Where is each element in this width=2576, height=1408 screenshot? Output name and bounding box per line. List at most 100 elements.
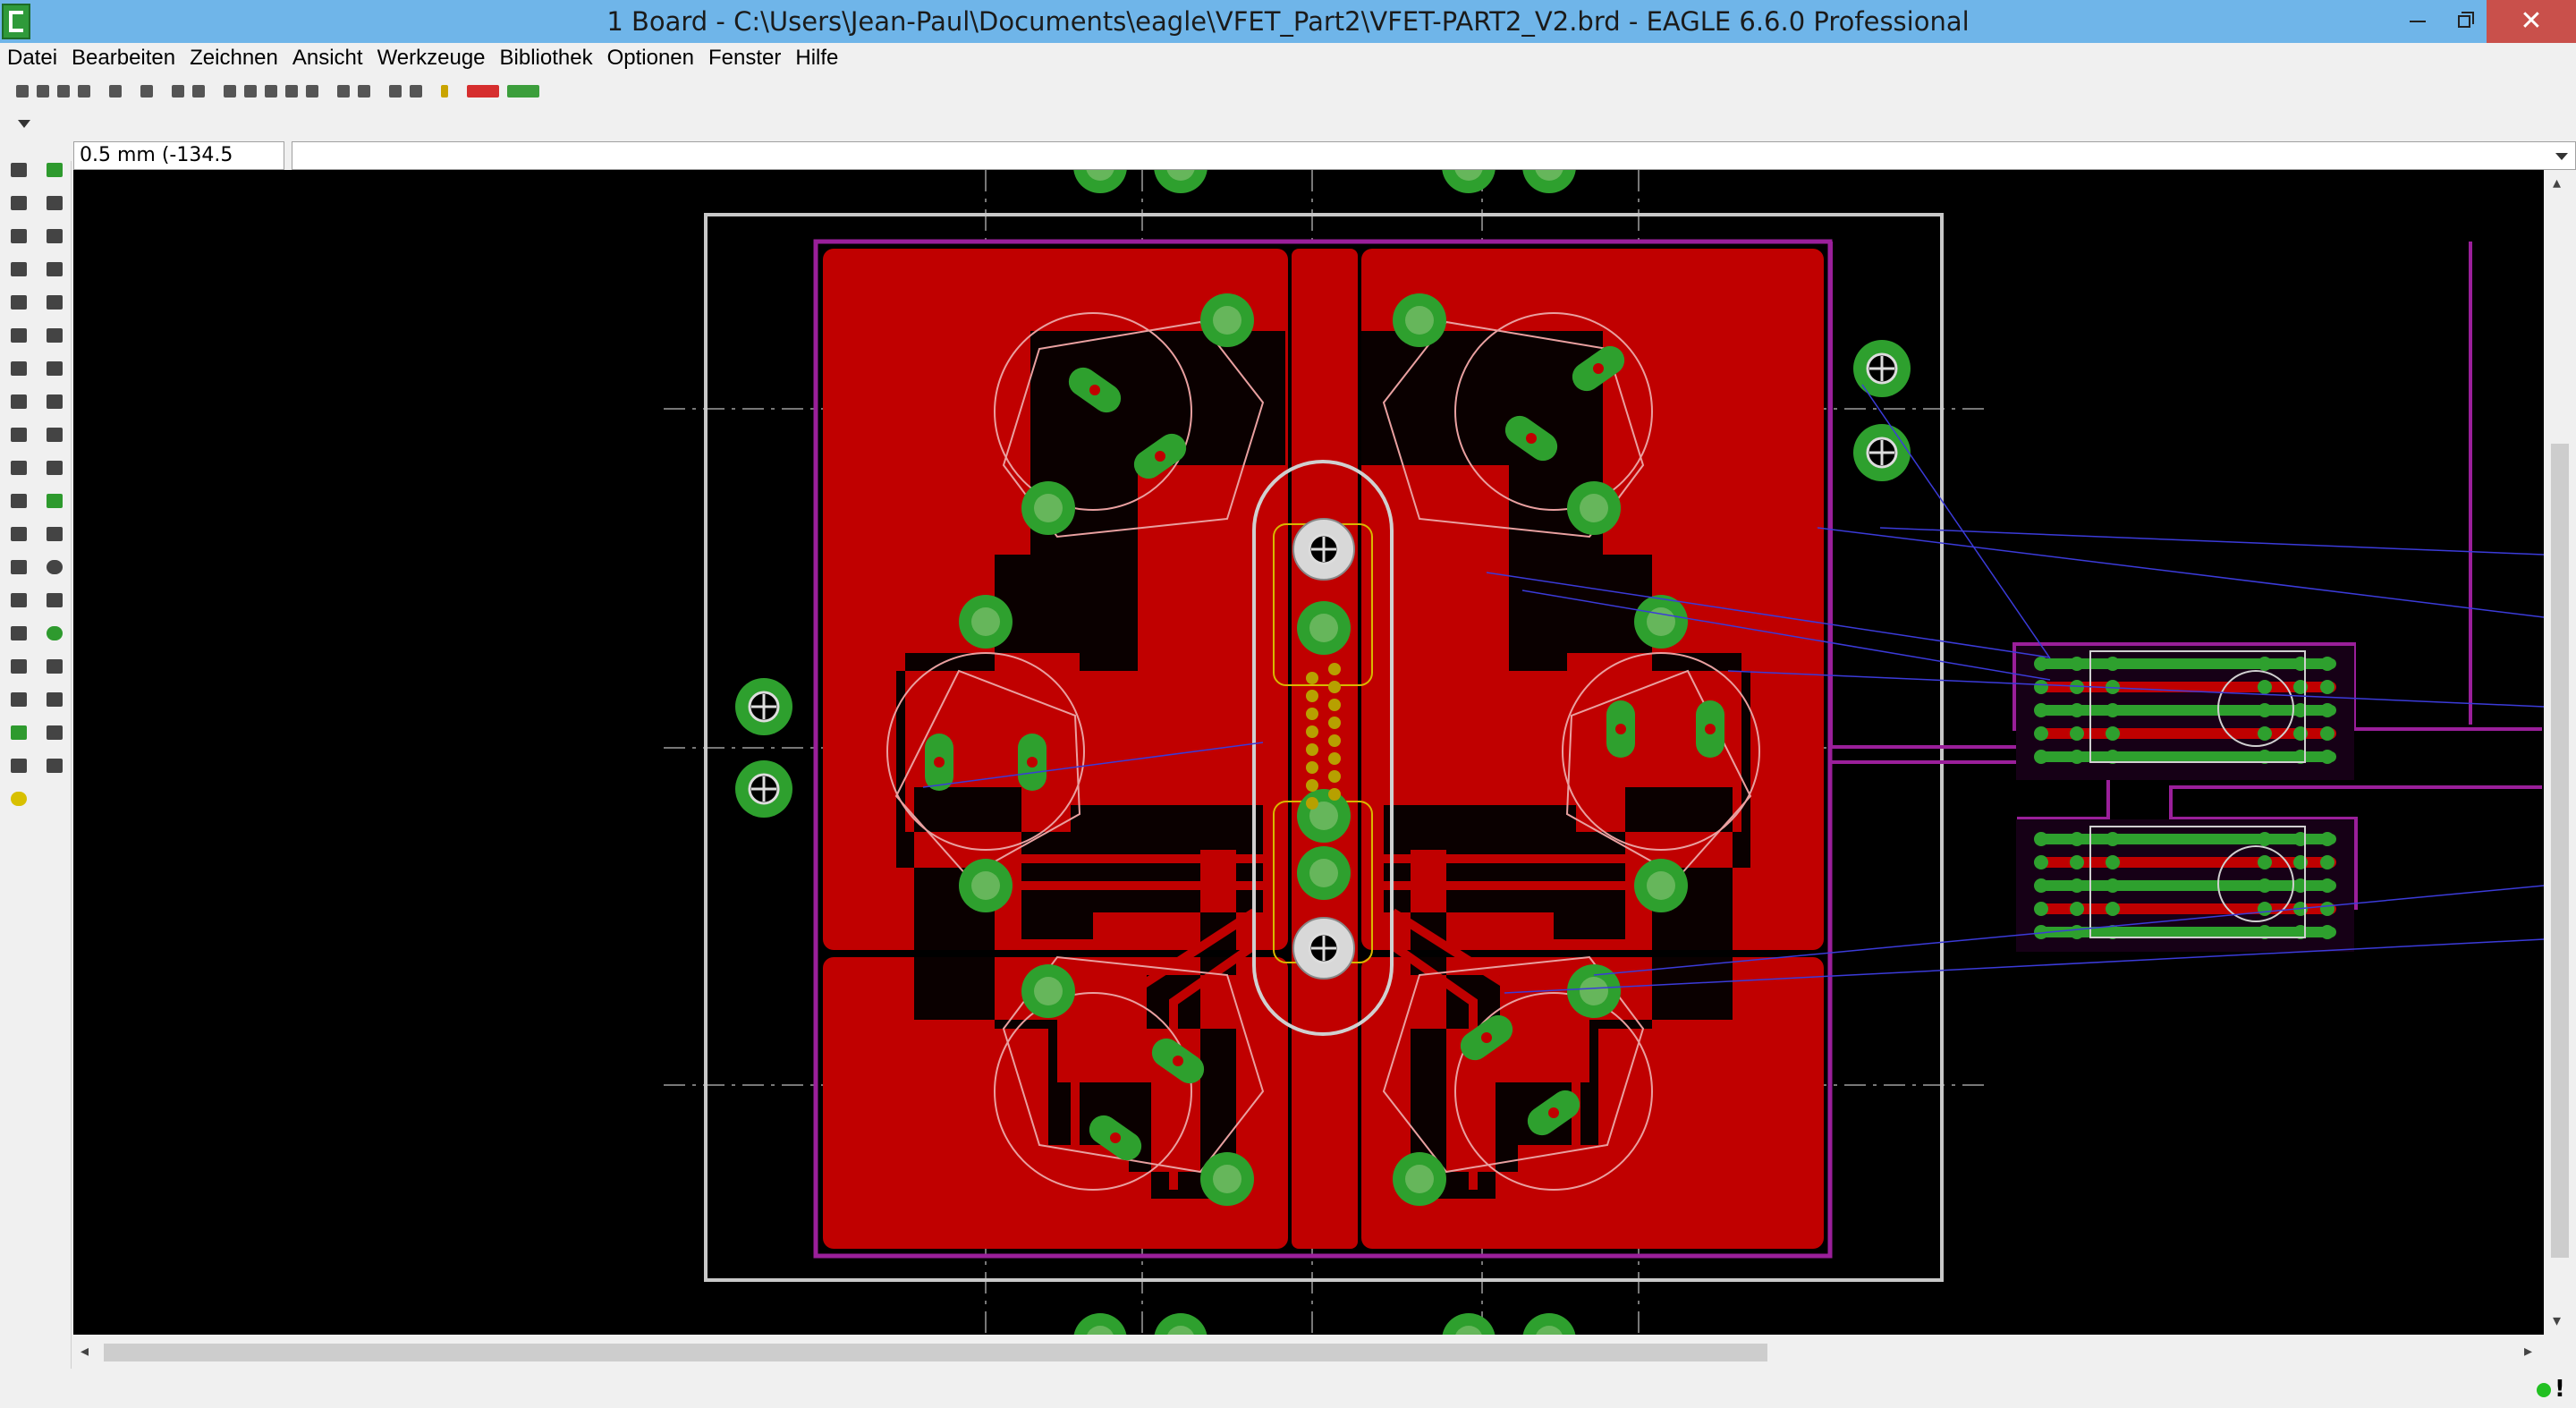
tool-rect-icon[interactable] [47,593,63,607]
smd-pad-via [1593,363,1604,374]
smd-pad-via [1526,433,1537,444]
tool-arc-icon[interactable] [11,593,27,607]
pad-drill [1309,859,1338,887]
tool-mark-icon[interactable] [47,196,63,210]
module-pad [2106,878,2120,893]
zoom-redraw-icon[interactable] [285,85,298,98]
vertical-scroll-thumb[interactable] [2551,444,2569,1258]
tool-dimension-icon[interactable] [47,692,63,707]
chevron-down-icon[interactable] [18,120,30,128]
module-pad [2320,855,2334,869]
close-button[interactable]: ✕ [2487,0,2576,43]
tool-info-icon[interactable] [11,163,27,177]
menu-hilfe[interactable]: Hilfe [795,46,838,71]
tool-rotate-icon[interactable] [47,262,63,276]
tool-show-icon[interactable] [47,163,63,177]
tool-text-icon[interactable] [11,560,27,574]
tool-mirror-icon[interactable] [11,262,27,276]
tool-circle-icon[interactable] [47,560,63,574]
command-history-chevron-icon[interactable] [2555,153,2568,160]
layer-settings-icon[interactable] [192,85,205,98]
cam-icon[interactable] [78,85,90,98]
scroll-up-icon[interactable]: ▴ [2553,174,2561,192]
tool-ratsnest-icon[interactable] [11,725,27,740]
tool-smash-icon[interactable] [47,428,63,442]
tool-drc-icon[interactable] [11,759,27,773]
command-line-input[interactable] [292,141,2576,170]
menu-zeichnen[interactable]: Zeichnen [190,46,278,71]
scroll-right-icon[interactable]: ▸ [2524,1342,2532,1361]
status-warning-icon[interactable]: ! [2555,1376,2565,1403]
horizontal-scroll-thumb[interactable] [104,1344,1767,1361]
scroll-left-icon[interactable]: ◂ [80,1342,89,1361]
tool-miter-icon[interactable] [11,461,27,475]
copper-pour [823,249,1824,1249]
module-pad [2106,726,2120,741]
vertical-scrollbar[interactable]: ▴ ▾ [2544,170,2576,1335]
tool-optimize-icon[interactable] [11,494,27,508]
tool-name-icon[interactable] [47,394,63,409]
script-icon[interactable] [109,85,122,98]
tool-warning-icon[interactable] [11,792,27,806]
module-pad [2070,855,2084,869]
tool-errors-icon[interactable] [47,759,63,773]
tool-auto-icon[interactable] [47,725,63,740]
restore-icon [2458,15,2470,28]
tool-wire-icon[interactable] [47,527,63,541]
tool-ripup-icon[interactable] [11,527,27,541]
tool-copy-icon[interactable] [47,229,63,243]
module-pad [2034,832,2048,846]
open-icon[interactable] [16,85,29,98]
menu-optionen[interactable]: Optionen [607,46,694,71]
redo-icon[interactable] [358,85,370,98]
menu-werkzeuge[interactable]: Werkzeuge [377,46,486,71]
tool-attribute-icon[interactable] [11,692,27,707]
main-toolbar [0,75,2576,107]
design-link-icon[interactable] [467,85,499,98]
menu-fenster[interactable]: Fenster [708,46,781,71]
tool-palette [0,161,72,1369]
tool-move-icon[interactable] [11,229,27,243]
tool-polygon-icon[interactable] [11,626,27,640]
tool-delete-icon[interactable] [47,328,63,343]
menu-bibliothek[interactable]: Bibliothek [500,46,593,71]
zoom-out-icon[interactable] [265,85,277,98]
layer-icon[interactable] [172,85,184,98]
tool-change-icon[interactable] [47,295,63,310]
menu-bearbeiten[interactable]: Bearbeiten [72,46,175,71]
tool-value-icon[interactable] [11,428,27,442]
menu-datei[interactable]: Datei [7,46,57,71]
tool-route-icon[interactable] [47,494,63,508]
tool-group-icon[interactable] [11,295,27,310]
pad-drill [1580,977,1608,1005]
tool-display-icon[interactable] [11,196,27,210]
tool-add-icon[interactable] [11,361,27,376]
tool-split-icon[interactable] [47,461,63,475]
save-icon[interactable] [37,85,49,98]
tool-hole-icon[interactable] [47,659,63,674]
module-pad [2070,703,2084,717]
connector-pin [1306,779,1318,792]
board-canvas[interactable] [73,170,2544,1335]
ulp-icon[interactable] [507,85,539,98]
zoom-in-icon[interactable] [244,85,257,98]
run-icon[interactable] [140,85,153,98]
tool-paste-icon[interactable] [11,328,27,343]
tool-lock-icon[interactable] [11,394,27,409]
zoom-area-icon[interactable] [306,85,318,98]
tool-replace-icon[interactable] [47,361,63,376]
go-icon[interactable] [410,85,422,98]
print-icon[interactable] [57,85,70,98]
tool-signal-icon[interactable] [11,659,27,674]
smd-pad-via [1481,1032,1492,1043]
tool-via-icon[interactable] [47,626,63,640]
undo-icon[interactable] [337,85,350,98]
zoom-fit-icon[interactable] [224,85,236,98]
menu-ansicht[interactable]: Ansicht [292,46,363,71]
scroll-down-icon[interactable]: ▾ [2553,1311,2561,1330]
module-pad [2070,902,2084,916]
stop-icon[interactable] [389,85,402,98]
help-icon[interactable] [441,85,448,98]
horizontal-scrollbar[interactable]: ◂ ▸ [73,1336,2544,1369]
pad-drill [1405,306,1434,335]
